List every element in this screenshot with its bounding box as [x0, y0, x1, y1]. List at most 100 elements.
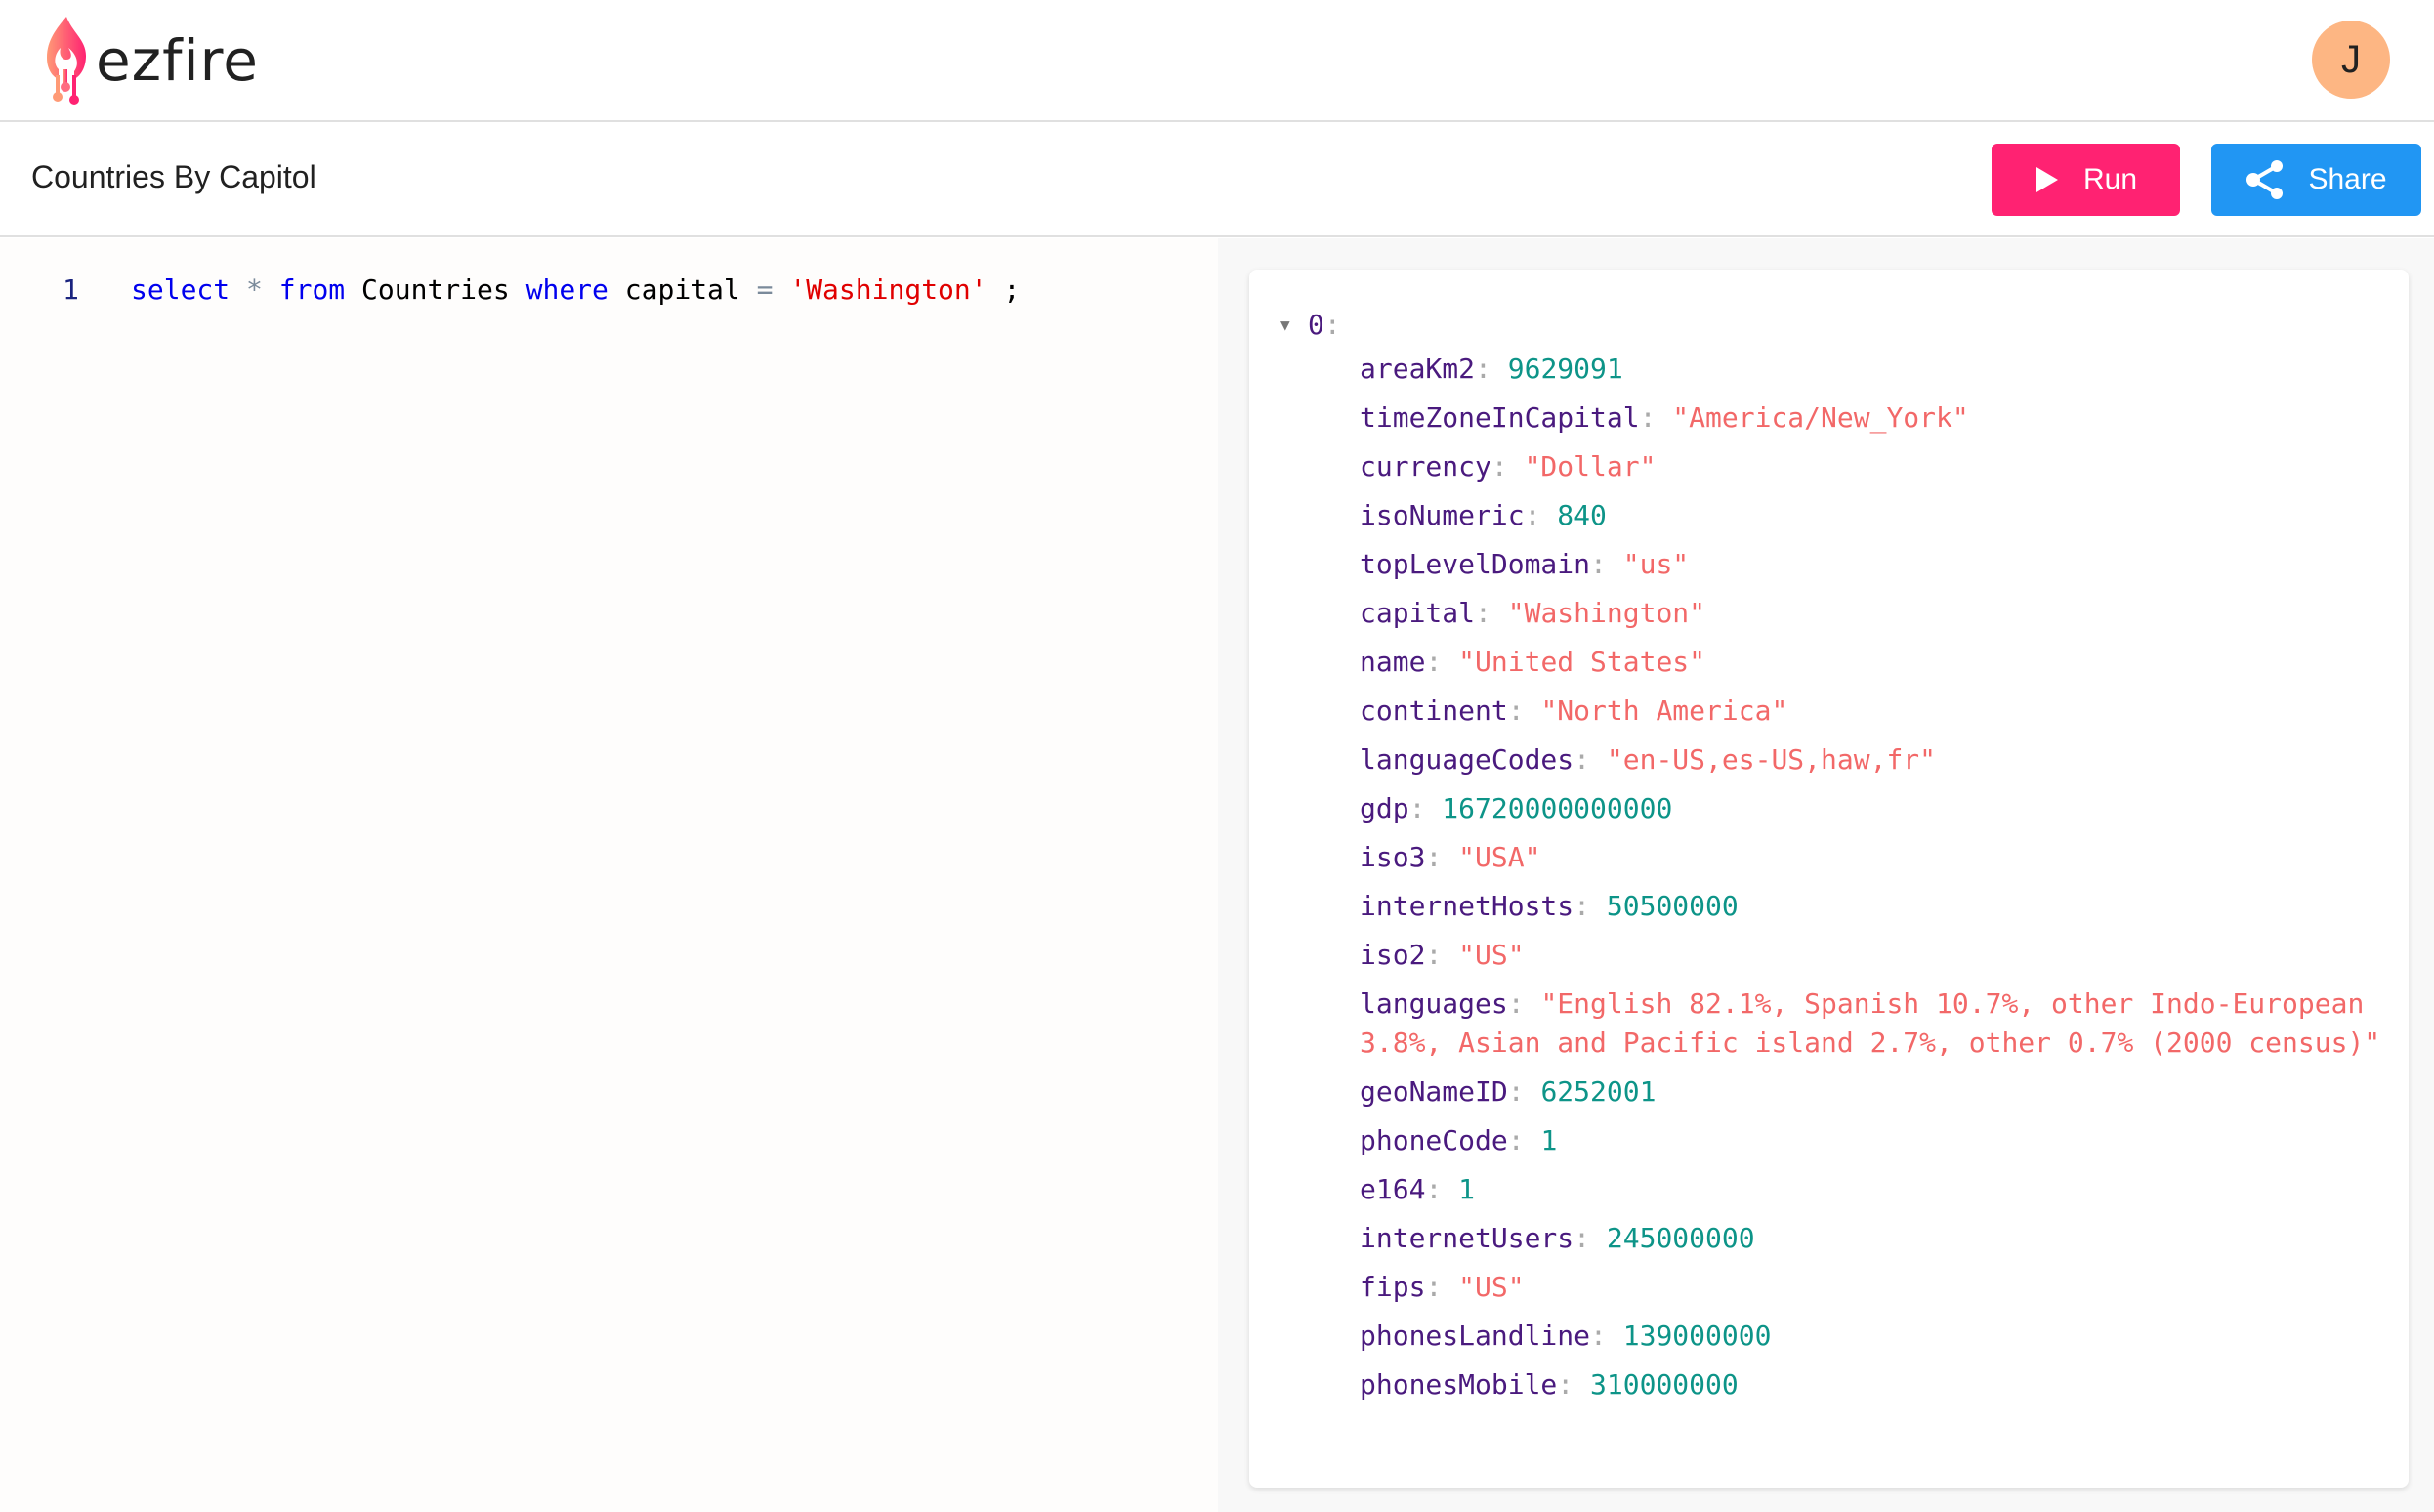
json-number-value: 50500000 — [1606, 890, 1739, 922]
code-text[interactable]: select * from Countries where capital = … — [131, 273, 1020, 306]
json-number-value: 9629091 — [1507, 353, 1623, 385]
share-button-label: Share — [2308, 163, 2387, 195]
json-key: geoNameID — [1360, 1075, 1508, 1108]
run-button-label: Run — [2082, 163, 2138, 195]
json-field-row: languages: "English 82.1%, Spanish 10.7%… — [1360, 985, 2385, 1063]
json-colon: : — [1590, 1320, 1623, 1352]
json-colon: : — [1425, 646, 1459, 678]
flame-circuit-icon — [47, 17, 86, 105]
json-field-row: topLevelDomain: "us" — [1360, 545, 2385, 584]
json-string-value: "United States" — [1458, 646, 1706, 678]
share-button[interactable]: Share — [2211, 144, 2421, 216]
json-colon: : — [1425, 841, 1459, 873]
line-number: 1 — [63, 273, 79, 306]
json-field-row: continent: "North America" — [1360, 692, 2385, 731]
json-colon: : — [1408, 792, 1443, 824]
json-key: currency — [1360, 450, 1491, 483]
json-colon: : — [1507, 1124, 1541, 1156]
json-colon: : — [1490, 450, 1525, 483]
json-colon: : — [1425, 1271, 1459, 1303]
json-colon: : — [1574, 1222, 1607, 1254]
json-key: languageCodes — [1360, 743, 1574, 776]
json-fields: areaKm2: 9629091 timeZoneInCapital: "Amer… — [1360, 350, 2385, 1414]
json-colon: : — [1507, 987, 1541, 1020]
json-colon: : — [1574, 890, 1607, 922]
sql-identifier: Countries — [345, 273, 526, 306]
json-string-value: "North America" — [1540, 694, 1788, 727]
user-avatar[interactable]: J — [2312, 21, 2390, 99]
brand-logo[interactable]: ezfire — [43, 14, 259, 107]
share-icon — [2246, 160, 2284, 199]
json-colon: : — [1574, 743, 1607, 776]
results-card: ▼ 0: areaKm2: 9629091 timeZoneInCapital: … — [1249, 270, 2409, 1488]
json-field-row: currency: "Dollar" — [1360, 447, 2385, 486]
json-key: iso2 — [1360, 939, 1426, 971]
json-field-row: internetHosts: 50500000 — [1360, 887, 2385, 926]
json-string-value: "us" — [1622, 548, 1690, 580]
json-number-value: 245000000 — [1606, 1222, 1755, 1254]
json-key: topLevelDomain — [1360, 548, 1591, 580]
sql-identifier: capital — [608, 273, 757, 306]
sql-operator: * — [230, 273, 279, 306]
json-field-row: phoneCode: 1 — [1360, 1121, 2385, 1160]
app-header: ezfire J — [0, 0, 2434, 122]
json-colon: : — [1475, 597, 1508, 629]
json-colon: : — [1323, 308, 1341, 341]
json-string-value: "Dollar" — [1524, 450, 1657, 483]
json-field-row: name: "United States" — [1360, 643, 2385, 682]
json-string-value: "US" — [1458, 1271, 1525, 1303]
collapse-caret-icon[interactable]: ▼ — [1280, 315, 1308, 334]
json-colon: : — [1507, 1075, 1541, 1108]
json-field-row: internetUsers: 245000000 — [1360, 1219, 2385, 1258]
sql-keyword: where — [525, 273, 608, 306]
json-key: capital — [1360, 597, 1476, 629]
json-number-value: 139000000 — [1622, 1320, 1772, 1352]
json-number-value: 1 — [1540, 1124, 1558, 1156]
brand-name: ezfire — [96, 27, 259, 94]
json-colon: : — [1507, 694, 1541, 727]
json-field-row: phonesMobile: 310000000 — [1360, 1365, 2385, 1405]
json-number-value: 16720000000000 — [1442, 792, 1673, 824]
sql-operator: = — [756, 273, 774, 306]
results-pane: ▼ 0: areaKm2: 9629091 timeZoneInCapital: … — [1218, 238, 2434, 1512]
json-key: isoNumeric — [1360, 499, 1525, 531]
json-root-node[interactable]: ▼ 0: — [1280, 305, 1341, 344]
json-key: gdp — [1360, 792, 1409, 824]
json-key: fips — [1360, 1271, 1426, 1303]
json-number-value: 1 — [1458, 1173, 1476, 1205]
json-string-value: "Washington" — [1507, 597, 1706, 629]
json-field-row: capital: "Washington" — [1360, 594, 2385, 633]
json-key: phonesLandline — [1360, 1320, 1591, 1352]
json-field-row: iso2: "US" — [1360, 936, 2385, 975]
sql-terminator: ; — [986, 273, 1021, 306]
json-string-value: "America/New_York" — [1672, 401, 1969, 434]
json-field-row: iso3: "USA" — [1360, 838, 2385, 877]
sql-editor[interactable]: 1 select * from Countries where capital … — [0, 238, 1218, 1512]
json-key: internetHosts — [1360, 890, 1574, 922]
json-field-row: gdp: 16720000000000 — [1360, 789, 2385, 828]
json-colon: : — [1425, 1173, 1459, 1205]
json-key: continent — [1360, 694, 1508, 727]
json-key: areaKm2 — [1360, 353, 1476, 385]
sql-space — [773, 273, 789, 306]
json-colon: : — [1524, 499, 1558, 531]
json-colon: : — [1590, 548, 1623, 580]
json-colon: : — [1475, 353, 1508, 385]
sql-keyword: select — [131, 273, 231, 306]
json-field-row: areaKm2: 9629091 — [1360, 350, 2385, 389]
query-toolbar: Countries By Capitol Run Share — [0, 123, 2434, 237]
json-key: timeZoneInCapital — [1360, 401, 1640, 434]
json-string-value: "USA" — [1458, 841, 1541, 873]
json-key: name — [1360, 646, 1426, 678]
json-key: internetUsers — [1360, 1222, 1574, 1254]
json-field-row: isoNumeric: 840 — [1360, 496, 2385, 535]
json-number-value: 6252001 — [1540, 1075, 1657, 1108]
json-key: phoneCode — [1360, 1124, 1508, 1156]
json-colon: : — [1425, 939, 1459, 971]
json-index: 0 — [1308, 308, 1324, 341]
json-key: e164 — [1360, 1173, 1426, 1205]
sql-string: 'Washington' — [789, 273, 987, 306]
run-button[interactable]: Run — [1992, 144, 2180, 216]
json-field-row: e164: 1 — [1360, 1170, 2385, 1209]
json-string-value: "en-US,es-US,haw,fr" — [1606, 743, 1937, 776]
